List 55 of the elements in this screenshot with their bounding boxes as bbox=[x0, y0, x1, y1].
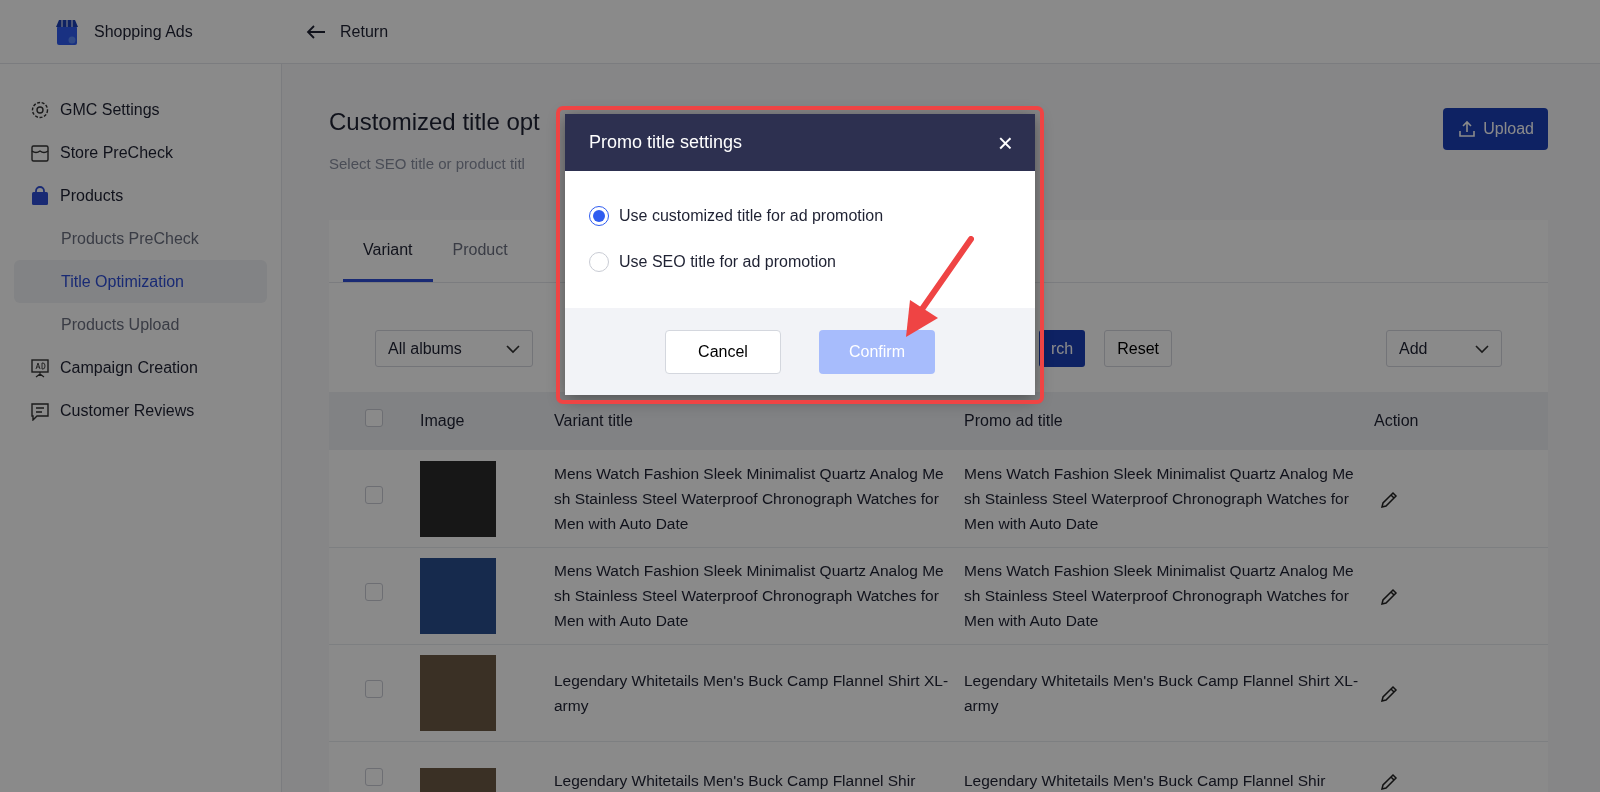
tab[interactable]: Variant bbox=[343, 220, 433, 283]
add-select[interactable]: Add bbox=[1386, 330, 1502, 368]
table-cell-text: Mens Watch Fashion Sleek Minimalist Quartz Analog Mesh Stainless Steel Waterproof Chronograph Watches for Men with Auto Date bbox=[554, 561, 945, 632]
shopping-bag-icon bbox=[30, 185, 50, 206]
table-cell-text: Mens Watch Fashion Sleek Minimalist Quartz Analog Mesh Stainless Steel Waterproof Chronograph Watches for Men with Auto Date bbox=[964, 464, 1355, 535]
sidebar-item[interactable]: Campaign Creation bbox=[14, 346, 267, 389]
store-logo-icon bbox=[54, 17, 80, 46]
pencil-icon[interactable] bbox=[1379, 684, 1399, 705]
return-link[interactable]: Return bbox=[282, 18, 395, 45]
upload-icon bbox=[1457, 119, 1478, 139]
upload-button[interactable]: Upload bbox=[1443, 108, 1548, 150]
table-cell-text: Legendary Whitetails Men's Buck Camp Flannel Shirt XL-army bbox=[554, 670, 950, 716]
sidebar-subitem[interactable]: Title Optimization bbox=[14, 260, 267, 303]
sidebar-subitem[interactable]: Products PreCheck bbox=[14, 217, 267, 260]
column-header: Action bbox=[1374, 412, 1419, 430]
ad-board-icon bbox=[30, 357, 50, 378]
checkbox[interactable] bbox=[365, 767, 383, 786]
sidebar-subitem[interactable]: Products Upload bbox=[14, 303, 267, 346]
table-cell-text: Legendary Whitetails Men's Buck Camp Flannel Shirt XL-army bbox=[964, 670, 1360, 716]
back-arrow-icon bbox=[306, 23, 326, 40]
gear-icon bbox=[30, 99, 50, 120]
table-cell-text: Mens Watch Fashion Sleek Minimalist Quartz Analog Mesh Stainless Steel Waterproof Chronograph Watches for Men with Auto Date bbox=[554, 464, 945, 535]
page-title: Customized title opt bbox=[329, 108, 540, 137]
column-header: Promo ad title bbox=[964, 412, 1063, 430]
storefront-icon bbox=[30, 142, 50, 163]
checkbox[interactable] bbox=[365, 583, 383, 602]
checkbox[interactable] bbox=[365, 680, 383, 699]
option-label: Use customized title for ad promotion bbox=[619, 206, 884, 226]
close-button[interactable]: × bbox=[997, 129, 1013, 156]
dialog-title: Promo title settings bbox=[589, 131, 743, 154]
sidebar-item[interactable]: Store PreCheck bbox=[14, 131, 267, 174]
page-subtitle: Select SEO title or product titl bbox=[329, 153, 526, 174]
tab[interactable]: Product bbox=[432, 220, 528, 283]
column-header: Variant title bbox=[554, 412, 633, 430]
chevron-down-icon bbox=[1475, 343, 1489, 354]
sidebar-item[interactable]: GMC Settings bbox=[14, 88, 267, 131]
chevron-down-icon bbox=[506, 343, 520, 354]
sidebar-item[interactable]: Customer Reviews bbox=[14, 389, 267, 432]
pencil-icon[interactable] bbox=[1379, 771, 1399, 792]
app-name: Shopping Ads bbox=[94, 21, 193, 42]
table-cell-text: Mens Watch Fashion Sleek Minimalist Quartz Analog Mesh Stainless Steel Waterproof Chronograph Watches for Men with Auto Date bbox=[964, 561, 1355, 632]
cancel-button[interactable]: Cancel bbox=[665, 329, 781, 374]
table-cell-text: Legendary Whitetails Men's Buck Camp Flannel Shir bbox=[554, 770, 917, 791]
search-button[interactable]: rch bbox=[1039, 330, 1086, 368]
column-header: Image bbox=[420, 412, 465, 430]
checkbox[interactable] bbox=[365, 486, 383, 505]
comment-icon bbox=[30, 400, 50, 421]
table-cell-text: Legendary Whitetails Men's Buck Camp Flannel Shir bbox=[964, 770, 1327, 791]
sidebar-item[interactable]: Products bbox=[14, 174, 267, 217]
album-select[interactable]: All albums bbox=[375, 330, 533, 368]
checkbox[interactable] bbox=[365, 408, 383, 427]
pencil-icon[interactable] bbox=[1379, 587, 1399, 608]
pencil-icon[interactable] bbox=[1379, 490, 1399, 511]
option-label: Use SEO title for ad promotion bbox=[619, 252, 836, 272]
reset-button[interactable]: Reset bbox=[1104, 330, 1173, 368]
